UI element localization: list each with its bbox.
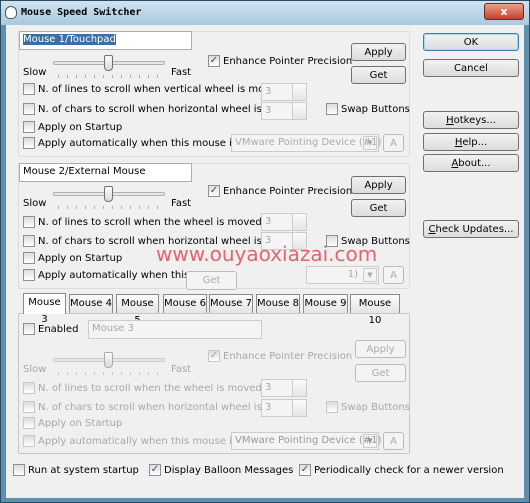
tab-mouse-6[interactable]: Mouse 6 xyxy=(163,294,207,313)
mouse1-lines-checkbox[interactable]: N. of lines to scroll when vertical whee… xyxy=(23,83,286,95)
mouse1-enhance-checkbox[interactable]: ✓ Enhance Pointer Precision xyxy=(208,55,352,67)
mouse2-get-button[interactable]: Get xyxy=(351,199,406,217)
overlay-get-button[interactable]: Get xyxy=(186,271,237,290)
chevron-down-icon: ▼ xyxy=(363,434,377,448)
mouse2-slider-thumb[interactable] xyxy=(104,186,113,202)
mouse3-slider-thumb[interactable] xyxy=(104,352,113,368)
mouse3-device-select[interactable]: VMware Pointing Device (#1) ▼ xyxy=(231,432,381,450)
cancel-button[interactable]: Cancel xyxy=(423,59,519,77)
mouse3-swap-checkbox[interactable]: Swap Buttons xyxy=(326,401,410,413)
mouse2-lines-spinner[interactable]: 3 xyxy=(261,213,307,231)
mouse2-apply-button[interactable]: Apply xyxy=(351,176,406,194)
ok-button[interactable]: OK xyxy=(423,33,519,51)
tab-mouse-7[interactable]: Mouse 7 xyxy=(209,294,253,313)
about-button[interactable]: About... xyxy=(423,154,519,172)
mouse1-a-button[interactable]: A xyxy=(383,134,404,152)
slow-label: Slow xyxy=(23,67,47,78)
mouse1-startup-checkbox[interactable]: Apply on Startup xyxy=(23,121,122,133)
mouse3-get-button[interactable]: Get xyxy=(355,364,406,382)
close-button[interactable]: x xyxy=(484,3,524,20)
check-updates-button[interactable]: Check Updates... xyxy=(423,220,519,238)
mouse2-lines-checkbox[interactable]: N. of lines to scroll when the wheel is … xyxy=(23,216,265,228)
app-window: Mouse Speed Switcher x Mouse 1/Touchpad … xyxy=(0,0,530,503)
mouse1-device-select[interactable]: VMware Pointing Device (#1) ▼ xyxy=(231,134,381,152)
mouse2-device-select[interactable]: 1) ▼ xyxy=(306,266,379,284)
mouse-icon xyxy=(5,6,17,19)
mouse1-swap-checkbox[interactable]: Swap Buttons xyxy=(326,103,410,115)
fast-label: Fast xyxy=(171,364,192,375)
mouse3-startup-checkbox[interactable]: Apply on Startup xyxy=(23,417,122,429)
balloon-messages-checkbox[interactable]: ✓ Display Balloon Messages xyxy=(149,464,293,476)
tab-mouse-9[interactable]: Mouse 9 xyxy=(303,294,348,313)
slider-ticks xyxy=(58,206,164,209)
tab-mouse-8[interactable]: Mouse 8 xyxy=(256,294,300,313)
mouse1-chars-spinner[interactable]: 3 xyxy=(261,102,307,120)
fast-label: Fast xyxy=(171,67,192,78)
mouse2-name-input[interactable]: Mouse 2/External Mouse xyxy=(19,163,192,182)
help-button[interactable]: Help... xyxy=(423,133,519,151)
mouse1-slider-thumb[interactable] xyxy=(104,55,113,71)
mouse3-a-button[interactable]: A xyxy=(383,432,404,450)
chevron-down-icon: ▼ xyxy=(363,268,377,282)
mouse3-lines-spinner[interactable]: 3 xyxy=(261,379,307,397)
slider-ticks xyxy=(58,372,164,375)
title-bar: Mouse Speed Switcher x xyxy=(1,1,529,25)
watermark: www.ouyaoxiazai.com xyxy=(156,242,378,266)
tab-mouse-5[interactable]: Mouse 5 xyxy=(116,294,159,326)
mouse3-enhance-checkbox[interactable]: ✓ Enhance Pointer Precision xyxy=(208,350,352,362)
tab-mouse-10[interactable]: Mouse 10 xyxy=(350,294,400,326)
tab-mouse-4[interactable]: Mouse 4 xyxy=(69,294,113,313)
mouse1-name-input[interactable]: Mouse 1/Touchpad xyxy=(19,31,192,50)
mouse3-chars-spinner[interactable]: 3 xyxy=(261,399,307,417)
hotkeys-button[interactable]: Hotkeys... xyxy=(423,111,519,129)
mouse3-enabled-checkbox[interactable]: Enabled xyxy=(23,323,78,335)
mouse1-apply-button[interactable]: Apply xyxy=(351,43,406,61)
mouse1-lines-spinner[interactable]: 3 xyxy=(261,83,307,101)
check-icon: ✓ xyxy=(208,55,220,67)
mouse3-name-input[interactable]: Mouse 3 xyxy=(88,320,262,339)
slider-ticks xyxy=(58,75,164,78)
mouse3-lines-checkbox[interactable]: N. of lines to scroll when the wheel is … xyxy=(23,382,265,394)
client-area: Mouse 1/Touchpad Slow Fast ✓ Enhance Poin… xyxy=(6,25,524,498)
window-title: Mouse Speed Switcher xyxy=(21,7,142,18)
slow-label: Slow xyxy=(23,364,47,375)
mouse2-enhance-checkbox[interactable]: ✓ Enhance Pointer Precision xyxy=(208,185,352,197)
slow-label: Slow xyxy=(23,198,47,209)
check-newer-version-checkbox[interactable]: ✓ Periodically check for a newer version xyxy=(299,464,504,476)
mouse1-get-button[interactable]: Get xyxy=(351,66,406,84)
mouse2-startup-checkbox[interactable]: Apply on Startup xyxy=(23,252,122,264)
fast-label: Fast xyxy=(171,198,192,209)
tab-mouse-3[interactable]: Mouse 3 xyxy=(23,293,66,325)
mouse2-a-button[interactable]: A xyxy=(383,266,404,284)
chevron-down-icon: ▼ xyxy=(363,136,377,150)
mouse3-apply-button[interactable]: Apply xyxy=(355,340,406,358)
run-at-startup-checkbox[interactable]: Run at system startup xyxy=(13,464,139,476)
